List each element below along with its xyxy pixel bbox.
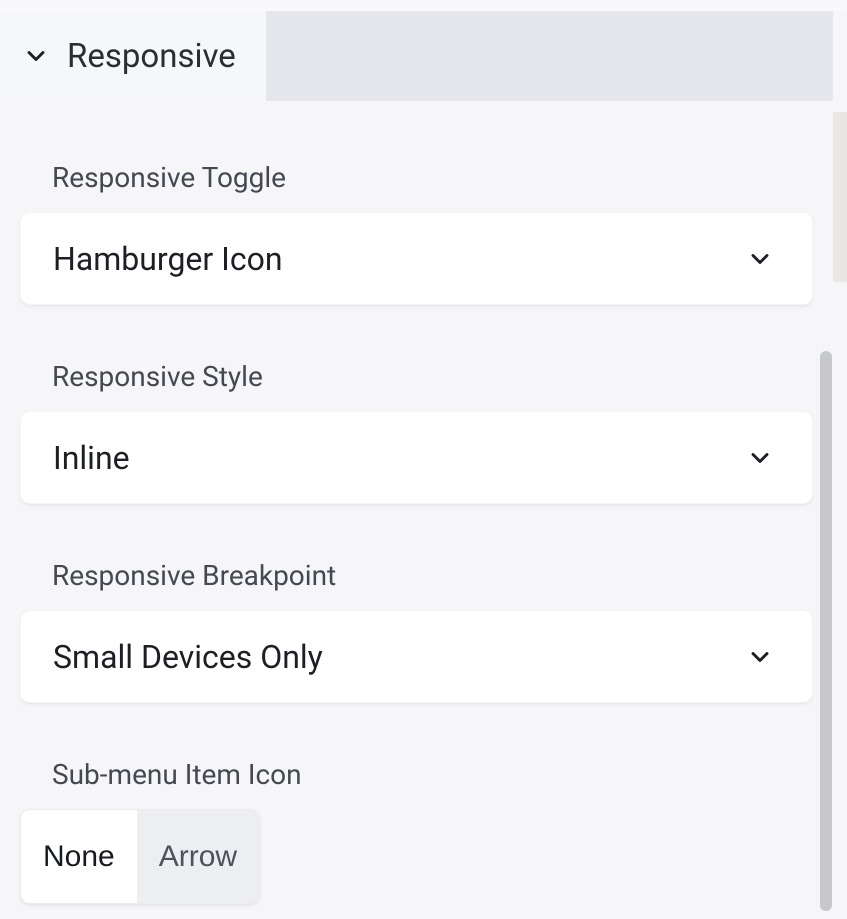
chevron-down-icon <box>746 643 774 671</box>
scrollbar-thumb[interactable] <box>820 351 832 911</box>
responsive-breakpoint-value: Small Devices Only <box>53 638 323 676</box>
submenu-icon-option-none[interactable]: None <box>21 810 137 903</box>
tab-responsive-label: Responsive <box>67 37 236 76</box>
responsive-style-select[interactable]: Inline <box>20 411 813 504</box>
field-responsive-style: Responsive Style Inline <box>20 360 813 504</box>
field-submenu-icon: Sub-menu Item Icon None Arrow <box>20 758 813 904</box>
field-responsive-breakpoint: Responsive Breakpoint Small Devices Only <box>20 559 813 703</box>
responsive-style-label: Responsive Style <box>52 360 813 393</box>
adjacent-pane-edge <box>833 112 847 282</box>
tab-responsive[interactable]: Responsive <box>0 11 266 101</box>
submenu-icon-segmented: None Arrow <box>20 809 260 904</box>
window-top-strip <box>0 0 847 11</box>
field-responsive-toggle: Responsive Toggle Hamburger Icon <box>20 161 813 305</box>
responsive-toggle-value: Hamburger Icon <box>53 240 283 278</box>
settings-panel: Responsive Responsive Toggle Hamburger I… <box>0 11 833 919</box>
chevron-down-icon <box>20 40 52 72</box>
responsive-breakpoint-select[interactable]: Small Devices Only <box>20 610 813 703</box>
submenu-icon-label: Sub-menu Item Icon <box>52 758 813 791</box>
scrollbar-track[interactable] <box>819 11 833 919</box>
chevron-down-icon <box>746 444 774 472</box>
accordion-tab-bar: Responsive <box>0 11 833 101</box>
responsive-style-value: Inline <box>53 439 130 477</box>
submenu-icon-option-arrow[interactable]: Arrow <box>137 810 259 903</box>
chevron-down-icon <box>746 245 774 273</box>
panel-body: Responsive Toggle Hamburger Icon Respons… <box>0 101 833 919</box>
responsive-toggle-label: Responsive Toggle <box>52 161 813 194</box>
responsive-breakpoint-label: Responsive Breakpoint <box>52 559 813 592</box>
responsive-toggle-select[interactable]: Hamburger Icon <box>20 212 813 305</box>
